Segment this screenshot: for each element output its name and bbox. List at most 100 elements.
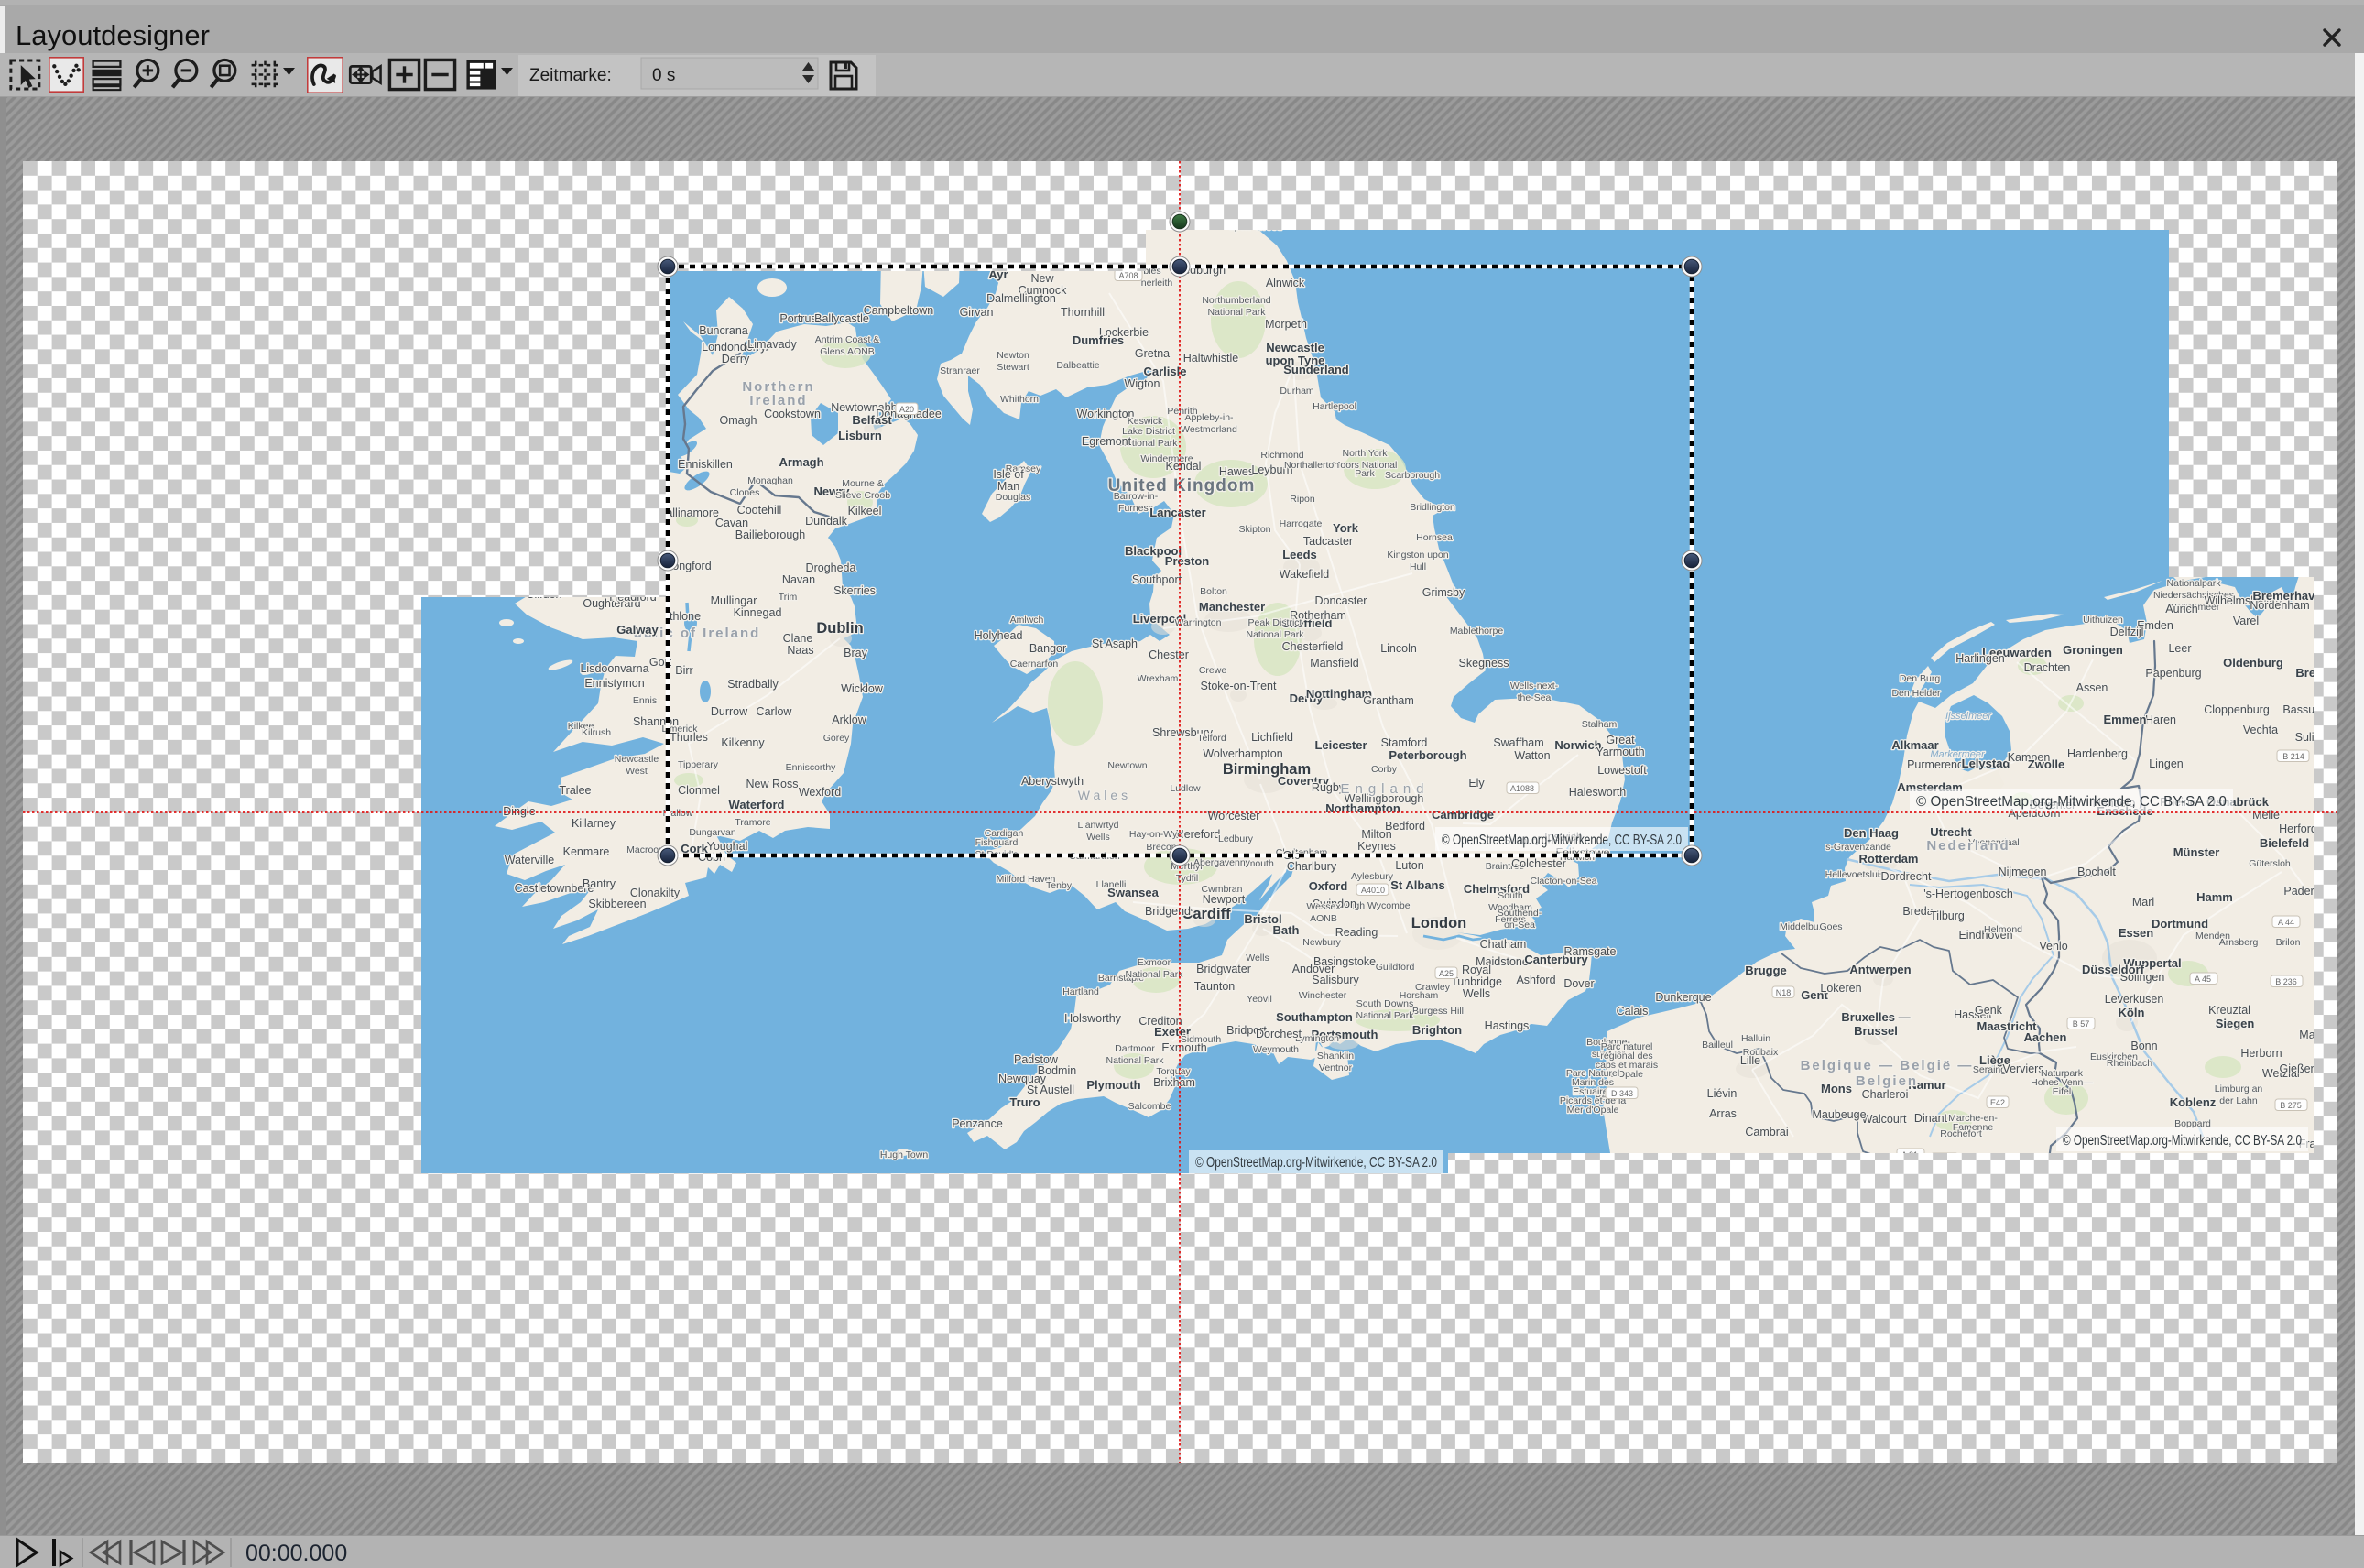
svg-text:on-Sea: on-Sea (1504, 920, 1535, 931)
svg-text:Venlo: Venlo (2039, 940, 2067, 953)
svg-text:Lisburn: Lisburn (838, 429, 882, 442)
svg-text:Navan: Navan (782, 573, 815, 586)
svg-text:Kenmare: Kenmare (563, 845, 610, 858)
svg-text:Suling: Suling (2295, 731, 2327, 744)
svg-text:Wexford: Wexford (799, 786, 841, 799)
svg-text:Arnsberg: Arnsberg (2219, 937, 2259, 948)
svg-text:Plymouth: Plymouth (1086, 1078, 1140, 1092)
svg-text:Düsseldorf: Düsseldorf (2082, 963, 2145, 976)
svg-text:Southampton: Southampton (1276, 1010, 1353, 1024)
svg-text:Belgien: Belgien (1856, 1073, 1918, 1089)
svg-text:Bielefeld: Bielefeld (2260, 836, 2309, 850)
svg-text:Bridlington: Bridlington (1410, 502, 1455, 513)
svg-text:Siegen: Siegen (2216, 1017, 2255, 1030)
svg-text:Kilkenny: Kilkenny (721, 736, 765, 749)
svg-text:Stewart: Stewart (997, 362, 1029, 373)
svg-text:Hornsea: Hornsea (1416, 532, 1453, 543)
svg-text:N18: N18 (1776, 988, 1792, 997)
svg-text:Markermeer: Markermeer (1930, 749, 1986, 760)
svg-text:Stalham: Stalham (1582, 719, 1618, 730)
svg-text:Essen: Essen (2119, 926, 2153, 940)
svg-text:Galway: Galway (616, 623, 659, 637)
svg-text:Grantham: Grantham (1363, 694, 1414, 707)
svg-text:Limavady: Limavady (747, 338, 797, 351)
svg-text:Belgique — België —: Belgique — België — (1801, 1058, 1974, 1073)
svg-text:Drogheda: Drogheda (806, 561, 856, 574)
svg-text:Ashford: Ashford (1516, 974, 1555, 986)
svg-text:Dortmund: Dortmund (2152, 917, 2208, 931)
svg-text:Newcastle: Newcastle (615, 754, 659, 765)
svg-text:Rotterdam: Rotterdam (1858, 852, 1918, 866)
svg-text:00:00.000: 00:00.000 (245, 1541, 347, 1566)
svg-text:New: New (1030, 272, 1054, 285)
svg-text:Newbury: Newbury (1302, 937, 1341, 948)
svg-text:Mansfield: Mansfield (1310, 657, 1359, 670)
svg-text:Walcourt: Walcourt (1862, 1113, 1907, 1126)
svg-text:Mer d'Opale: Mer d'Opale (1567, 1105, 1619, 1116)
svg-text:Birr: Birr (675, 664, 692, 677)
svg-text:Kor: Kor (2337, 866, 2353, 877)
svg-text:Arklow: Arklow (832, 713, 866, 726)
svg-text:Clifden: Clifden (527, 588, 562, 601)
svg-text:Newtown: Newtown (1107, 760, 1147, 771)
svg-text:Park: Park (1355, 468, 1375, 479)
svg-text:Tenby: Tenby (1046, 880, 1073, 891)
svg-text:Caernarfon: Caernarfon (1010, 659, 1059, 670)
svg-text:Ennis: Ennis (633, 695, 657, 706)
svg-text:Mourne &: Mourne & (842, 478, 884, 489)
svg-text:Genk: Genk (1975, 1004, 2003, 1017)
svg-text:Emmen: Emmen (2104, 713, 2147, 726)
svg-text:B 214: B 214 (2282, 752, 2304, 761)
svg-text:Yeovil: Yeovil (1247, 994, 1272, 1005)
svg-text:Ely: Ely (1468, 777, 1485, 789)
svg-text:Zwolle: Zwolle (2028, 757, 2064, 771)
svg-text:Bocholt: Bocholt (2077, 866, 2116, 878)
svg-text:Halluin: Halluin (1741, 1033, 1770, 1044)
svg-text:England: England (1340, 781, 1429, 797)
svg-text:Bridgend: Bridgend (1145, 905, 1191, 918)
svg-text:Clane: Clane (783, 632, 813, 645)
svg-text:D 343: D 343 (1611, 1089, 1633, 1098)
svg-text:Bailieborough: Bailieborough (735, 528, 805, 541)
svg-text:Den Haag: Den Haag (1844, 826, 1899, 840)
svg-text:Harrogate: Harrogate (1280, 518, 1323, 529)
svg-text:E42: E42 (1990, 1098, 2005, 1107)
svg-text:Dundalk: Dundalk (805, 515, 848, 528)
svg-text:Cwmbran: Cwmbran (1202, 884, 1243, 895)
svg-text:Weymouth: Weymouth (1253, 1044, 1299, 1055)
svg-text:Münster: Münster (2173, 845, 2220, 859)
svg-text:Man: Man (997, 480, 1019, 493)
svg-text:Papenburg: Papenburg (2145, 667, 2201, 680)
svg-text:Sidmouth: Sidmouth (1181, 1034, 1222, 1045)
svg-text:Nationalpark: Nationalpark (2167, 578, 2222, 589)
svg-text:Herborn: Herborn (2240, 1047, 2282, 1060)
svg-text:Sunderland: Sunderland (1283, 363, 1349, 376)
svg-text:Skipton: Skipton (1238, 524, 1270, 535)
svg-text:Northumberland: Northumberland (1202, 295, 1270, 306)
svg-text:A25: A25 (1439, 969, 1454, 978)
svg-text:Gießen: Gießen (2280, 1062, 2317, 1075)
svg-text:Eifel: Eifel (2053, 1086, 2071, 1097)
svg-text:AONB: AONB (1310, 913, 1337, 924)
svg-text:Newcastle: Newcastle (1266, 341, 1324, 354)
svg-text:Aurich: Aurich (2165, 603, 2197, 615)
svg-text:Ireland: Ireland (749, 393, 807, 408)
svg-text:National Park: National Park (1246, 629, 1304, 640)
svg-text:Wolverhampton: Wolverhampton (1203, 747, 1282, 760)
svg-text:Cambrai: Cambrai (1745, 1126, 1788, 1138)
svg-text:Tipperary: Tipperary (678, 759, 719, 770)
svg-text:Hardenberg: Hardenberg (2067, 747, 2128, 760)
svg-text:Brilon: Brilon (2276, 937, 2301, 948)
svg-text:thlone: thlone (670, 610, 701, 623)
svg-text:Luton: Luton (1395, 859, 1423, 872)
svg-text:Leverkusen: Leverkusen (2105, 993, 2164, 1006)
svg-text:Buncrana: Buncrana (699, 324, 748, 337)
svg-text:Crewe: Crewe (1199, 665, 1227, 676)
svg-text:Gütersloh: Gütersloh (2249, 858, 2291, 869)
svg-text:Waterville: Waterville (505, 854, 554, 866)
svg-text:Cookstown: Cookstown (764, 408, 821, 420)
svg-text:Great: Great (1606, 734, 1635, 746)
svg-text:Kilrush: Kilrush (582, 727, 611, 738)
svg-text:Brussel: Brussel (1854, 1024, 1898, 1038)
svg-text:Breda: Breda (1902, 905, 1933, 918)
